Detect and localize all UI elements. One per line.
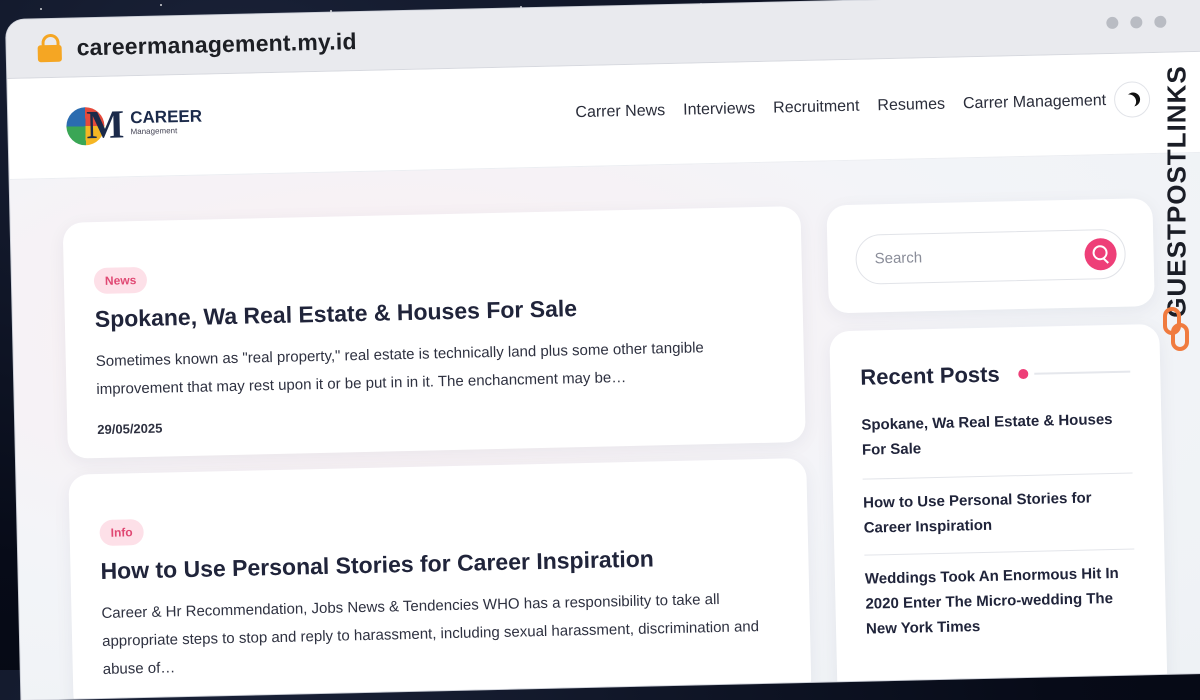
title-dot-icon — [1018, 368, 1029, 380]
post-card[interactable]: News Spokane, Wa Real Estate & Houses Fo… — [62, 206, 806, 459]
post-date: 29/05/2025 — [97, 420, 163, 438]
post-excerpt: Sometimes known as "real property," real… — [95, 339, 704, 399]
search-widget — [826, 198, 1155, 314]
category-badge[interactable]: Info — [99, 519, 144, 547]
dot-icon — [1154, 15, 1167, 28]
lock-icon — [36, 33, 63, 63]
nav-interviews[interactable]: Interviews — [683, 100, 755, 120]
post-title[interactable]: Spokane, Wa Real Estate & Houses For Sal… — [95, 295, 578, 333]
post-card[interactable]: Info How to Use Personal Stories for Car… — [68, 457, 812, 700]
logo-m-mark: M — [85, 101, 125, 148]
search-input[interactable] — [872, 244, 1077, 269]
url-text[interactable]: careermanagement.my.id — [76, 28, 357, 61]
nav-resumes[interactable]: Resumes — [877, 96, 945, 116]
title-divider — [1034, 370, 1131, 375]
search-button[interactable] — [1084, 237, 1117, 271]
watermark: GUESTPOSTLINKS — [1158, 58, 1194, 358]
main-content: News Spokane, Wa Real Estate & Houses Fo… — [9, 152, 1200, 700]
nav-recruitment[interactable]: Recruitment — [773, 98, 860, 118]
star — [40, 8, 42, 10]
dark-mode-toggle[interactable] — [1113, 81, 1151, 118]
browser-window: careermanagement.my.id M CAREER Manageme… — [6, 0, 1200, 700]
nav-carrer-management[interactable]: Carrer Management — [963, 92, 1107, 113]
recent-posts-widget: Recent Posts Spokane, Wa Real Estate & H… — [829, 323, 1168, 700]
moon-icon — [1122, 94, 1136, 108]
recent-posts-title: Recent Posts — [860, 361, 1000, 390]
logo-subtitle: Management — [130, 126, 178, 137]
post-title[interactable]: How to Use Personal Stories for Career I… — [100, 545, 654, 585]
post-excerpt: Career & Hr Recommendation, Jobs News & … — [101, 590, 760, 678]
divider — [864, 548, 1135, 556]
divider — [862, 472, 1133, 480]
nav-carrer-news[interactable]: Carrer News — [575, 102, 665, 122]
main-nav: Carrer News Interviews Recruitment Resum… — [575, 92, 1106, 122]
recent-post-link[interactable]: Spokane, Wa Real Estate & Houses For Sal… — [861, 407, 1132, 463]
search-box — [855, 228, 1127, 285]
window-menu-dots[interactable] — [1106, 15, 1167, 30]
recent-post-link[interactable]: How to Use Personal Stories for Career I… — [863, 485, 1134, 541]
logo-text: CAREER Management — [130, 107, 202, 140]
star — [160, 4, 162, 6]
chain-link-icon — [1163, 307, 1189, 351]
dot-icon — [1130, 16, 1143, 29]
watermark-text: GUESTPOSTLINKS — [1161, 65, 1192, 318]
recent-post-link[interactable]: Weddings Took An Enormous Hit In 2020 En… — [865, 561, 1137, 642]
site-logo[interactable]: M CAREER Management — [66, 101, 203, 147]
category-badge[interactable]: News — [93, 266, 148, 295]
dot-icon — [1106, 16, 1119, 30]
